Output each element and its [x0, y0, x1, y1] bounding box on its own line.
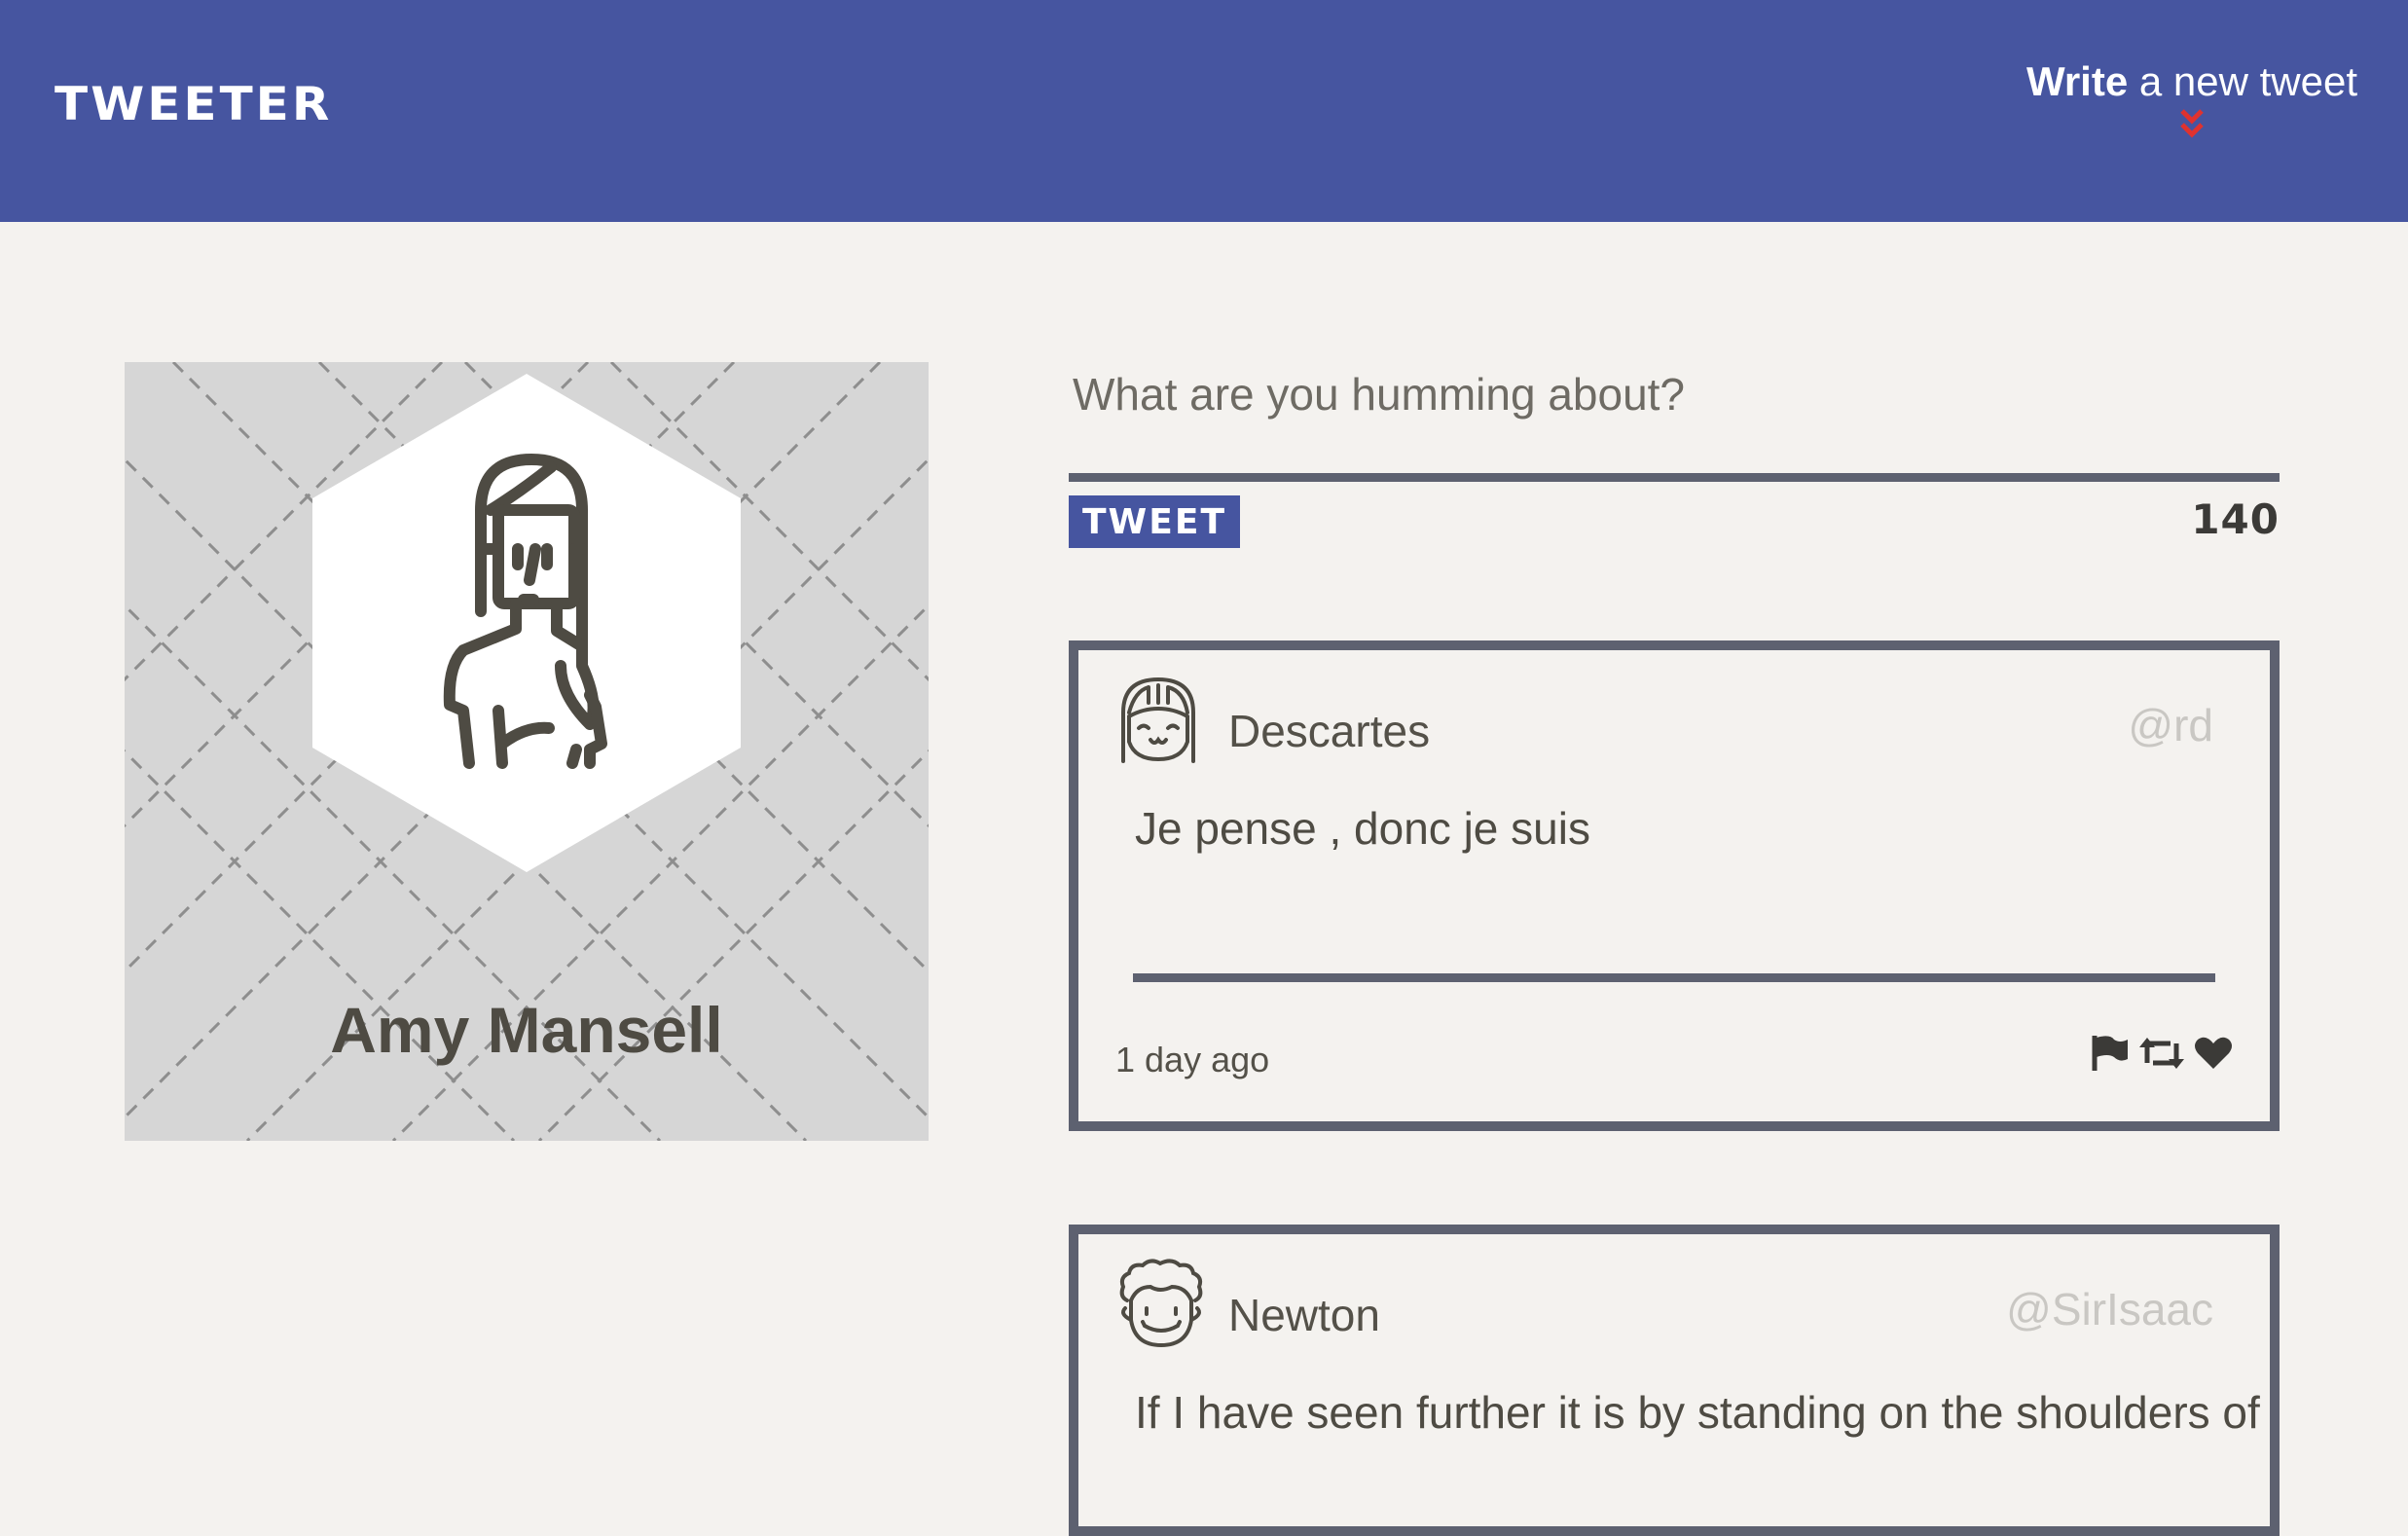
- tweet-handle[interactable]: @SirIsaac: [2006, 1283, 2213, 1335]
- compose-divider: [1069, 473, 2280, 482]
- heart-icon[interactable]: [2194, 1034, 2233, 1078]
- retweet-icon[interactable]: [2139, 1034, 2184, 1078]
- woman-avatar-icon: [312, 374, 741, 872]
- tweet-text: Je pense , donc je suis: [1135, 803, 1590, 854]
- tweet-timestamp: 1 day ago: [1115, 1040, 1270, 1079]
- tweet-author[interactable]: Newton: [1228, 1289, 1380, 1341]
- smiling-face-avatar-icon: [1121, 677, 1195, 763]
- profile-name: Amy Mansell: [330, 994, 723, 1066]
- double-chevron-down-icon: [2180, 109, 2204, 138]
- tweet-handle[interactable]: @rd: [2128, 699, 2213, 751]
- tweet-actions: [2091, 1034, 2233, 1078]
- flag-icon[interactable]: [2091, 1034, 2130, 1078]
- compose-actions: TWEET 140: [1069, 495, 2280, 554]
- new-tweet-label: a new tweet: [2128, 58, 2357, 104]
- top-nav: TWEETER Write a new tweet: [0, 0, 2408, 222]
- tweet-text: If I have seen further it is by standing…: [1135, 1387, 2260, 1438]
- curly-hair-face-avatar-icon: [1119, 1259, 1203, 1348]
- profile-card: Amy Mansell: [125, 362, 929, 1141]
- tweet-button[interactable]: TWEET: [1069, 495, 1241, 548]
- brand-logo[interactable]: TWEETER: [55, 77, 332, 130]
- compose-box: TWEET 140: [1069, 350, 2280, 554]
- write-new-tweet-toggle[interactable]: Write a new tweet: [2026, 58, 2357, 142]
- write-label: Write: [2025, 58, 2129, 104]
- tweet-input[interactable]: [1069, 350, 2280, 438]
- tweet-author[interactable]: Descartes: [1228, 705, 1430, 757]
- tweet-divider: [1133, 973, 2215, 982]
- character-counter: 140: [2191, 495, 2280, 543]
- tweet-card: Descartes @rd Je pense , donc je suis 1 …: [1069, 640, 2280, 1131]
- tweet-card: Newton @SirIsaac If I have seen further …: [1069, 1225, 2280, 1536]
